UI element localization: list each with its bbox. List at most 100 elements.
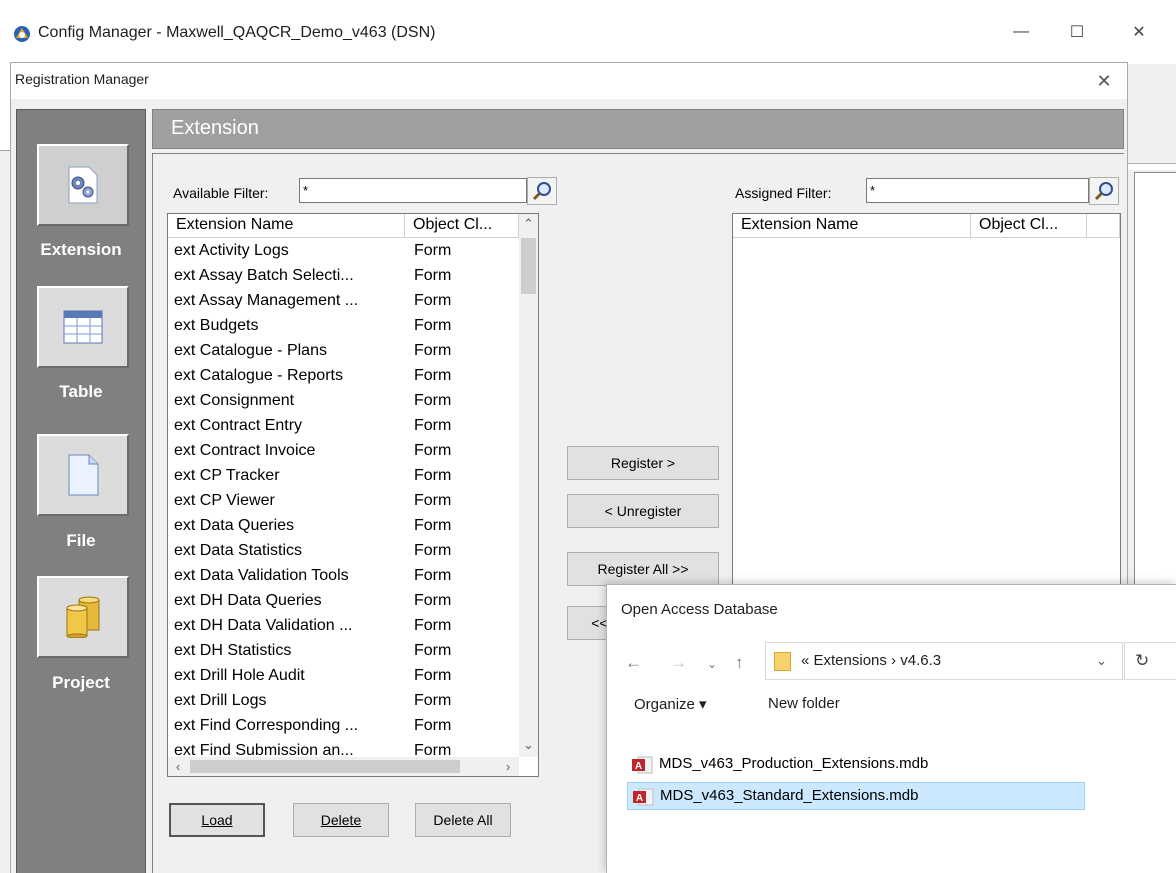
scroll-left-arrow[interactable]: ‹ (168, 757, 188, 776)
available-vertical-scrollbar[interactable]: ⌃ ⌄ (519, 214, 538, 757)
delete-all-button[interactable]: Delete All (415, 803, 511, 837)
extension-name-cell: ext Assay Management ... (174, 292, 359, 309)
nav-extension-label: Extension (40, 240, 122, 259)
nav-project-button[interactable] (37, 576, 129, 658)
column-extension-name[interactable]: Extension Name (733, 214, 971, 238)
extension-name-cell: ext Consignment (174, 392, 295, 409)
svg-text:A: A (636, 793, 643, 804)
nav-file-label: File (66, 531, 96, 550)
section-title: Extension (171, 117, 259, 139)
main-window-panel (1134, 172, 1176, 592)
scroll-up-arrow[interactable]: ⌃ (519, 214, 538, 234)
folder-icon (774, 652, 791, 671)
object-class-cell: Form (414, 517, 452, 534)
object-class-cell: Form (414, 442, 452, 459)
object-class-cell: Form (414, 717, 452, 734)
extension-name-cell: ext Contract Entry (174, 417, 303, 434)
register-all-button[interactable]: Register All >> (567, 552, 719, 586)
extension-name-cell: ext CP Tracker (174, 467, 280, 484)
extension-name-cell: ext Data Validation Tools (174, 567, 349, 584)
forward-arrow-icon[interactable]: → (670, 653, 687, 673)
address-bar[interactable]: « Extensions › v4.6.3 ⌄ (765, 642, 1123, 680)
address-path: « Extensions › v4.6.3 (801, 652, 942, 669)
available-search-button[interactable] (527, 177, 557, 205)
extension-name-cell: ext Data Statistics (174, 542, 303, 559)
nav-file-button[interactable] (37, 434, 129, 516)
object-class-cell: Form (414, 317, 452, 334)
screen: Config Manager - Maxwell_QAQCR_Demo_v463… (0, 0, 1176, 873)
available-horizontal-scrollbar[interactable]: ‹ › (168, 757, 519, 776)
organize-menu[interactable]: Organize ▾ (634, 695, 707, 713)
nav-extension-button[interactable] (37, 144, 129, 226)
register-button[interactable]: Register > (567, 446, 719, 480)
object-class-cell: Form (414, 367, 452, 384)
load-button[interactable]: Load (169, 803, 265, 837)
assigned-filter-input[interactable] (866, 178, 1089, 203)
object-class-cell: Form (414, 692, 452, 709)
unregister-button[interactable]: < Unregister (567, 494, 719, 528)
vertical-scroll-thumb[interactable] (521, 238, 536, 294)
object-class-cell: Form (414, 267, 452, 284)
file-item-selected[interactable]: A MDS_v463_Standard_Extensions.mdb (627, 782, 1085, 810)
address-dropdown-icon[interactable]: ⌄ (1096, 653, 1107, 669)
refresh-button[interactable]: ↻ (1124, 642, 1176, 680)
main-window-toolbar-area (1128, 64, 1176, 164)
table-icon (63, 310, 103, 344)
extension-name-cell: ext Data Queries (174, 517, 295, 534)
extension-name-cell: ext Contract Invoice (174, 442, 316, 459)
category-nav: Extension Table File Project (16, 109, 146, 873)
scroll-down-arrow[interactable]: ⌄ (519, 735, 538, 755)
extension-name-cell: ext Drill Logs (174, 692, 267, 709)
maximize-button[interactable]: ☐ (1054, 16, 1100, 48)
back-arrow-icon[interactable]: ← (625, 653, 642, 673)
object-class-cell: Form (414, 492, 452, 509)
extension-name-cell: ext Assay Batch Selecti... (174, 267, 354, 284)
assigned-search-button[interactable] (1089, 177, 1119, 205)
load-button-label: Load (201, 812, 233, 828)
object-class-cell: Form (414, 617, 452, 634)
horizontal-scroll-thumb[interactable] (190, 760, 460, 773)
delete-button-label: Delete (320, 812, 362, 828)
main-window-left-frame (0, 150, 10, 873)
nav-table-button[interactable] (37, 286, 129, 368)
new-folder-button[interactable]: New folder (768, 695, 840, 712)
object-class-cell: Form (414, 292, 452, 309)
refresh-icon: ↻ (1135, 651, 1150, 670)
dialog-close-button[interactable]: ✕ (1087, 67, 1121, 95)
column-object-class[interactable]: Object Cl... (971, 214, 1087, 238)
object-class-cell: Form (414, 467, 452, 484)
extension-name-cell: ext Activity Logs (174, 242, 289, 259)
access-db-icon: A (632, 756, 653, 774)
column-filler (1087, 214, 1120, 238)
object-class-cell: Form (414, 342, 452, 359)
file-name: MDS_v463_Production_Extensions.mdb (659, 755, 929, 772)
extension-name-cell: ext Catalogue - Plans (174, 342, 327, 359)
column-extension-name[interactable]: Extension Name (168, 214, 405, 238)
column-object-class[interactable]: Object Cl... (405, 214, 519, 238)
nav-table-label: Table (59, 382, 103, 401)
extension-name-cell: ext DH Data Queries (174, 592, 322, 609)
up-arrow-icon[interactable]: ↑ (735, 653, 744, 673)
scroll-right-arrow[interactable]: › (498, 757, 518, 776)
minimize-button[interactable]: — (998, 16, 1044, 48)
extension-name-cell: ext Budgets (174, 317, 259, 334)
available-filter-label: Available Filter: (173, 185, 269, 201)
open-dialog-title: Open Access Database (621, 601, 778, 618)
close-main-button[interactable]: ✕ (1116, 16, 1162, 48)
dialog-title: Registration Manager (15, 71, 149, 87)
extension-name-cell: ext Catalogue - Reports (174, 367, 343, 384)
recent-locations-chevron-icon[interactable]: ⌄ (707, 657, 717, 671)
open-access-database-dialog: Open Access Database ← → ⌄ ↑ « Extension… (606, 584, 1176, 873)
gears-icon (68, 166, 98, 204)
magnifier-icon (1094, 182, 1113, 201)
main-titlebar: Config Manager - Maxwell_QAQCR_Demo_v463… (0, 0, 1176, 62)
extension-name-cell: ext DH Statistics (174, 642, 292, 659)
file-icon (68, 454, 99, 496)
extension-name-cell: ext Find Corresponding ... (174, 717, 359, 734)
delete-button[interactable]: Delete (293, 803, 389, 837)
available-extensions-list[interactable]: Extension Name Object Cl... ext Activity… (167, 213, 539, 777)
object-class-cell: Form (414, 542, 452, 559)
file-item[interactable]: A MDS_v463_Production_Extensions.mdb (627, 751, 1085, 779)
available-filter-input[interactable] (299, 178, 527, 203)
object-class-cell: Form (414, 567, 452, 584)
